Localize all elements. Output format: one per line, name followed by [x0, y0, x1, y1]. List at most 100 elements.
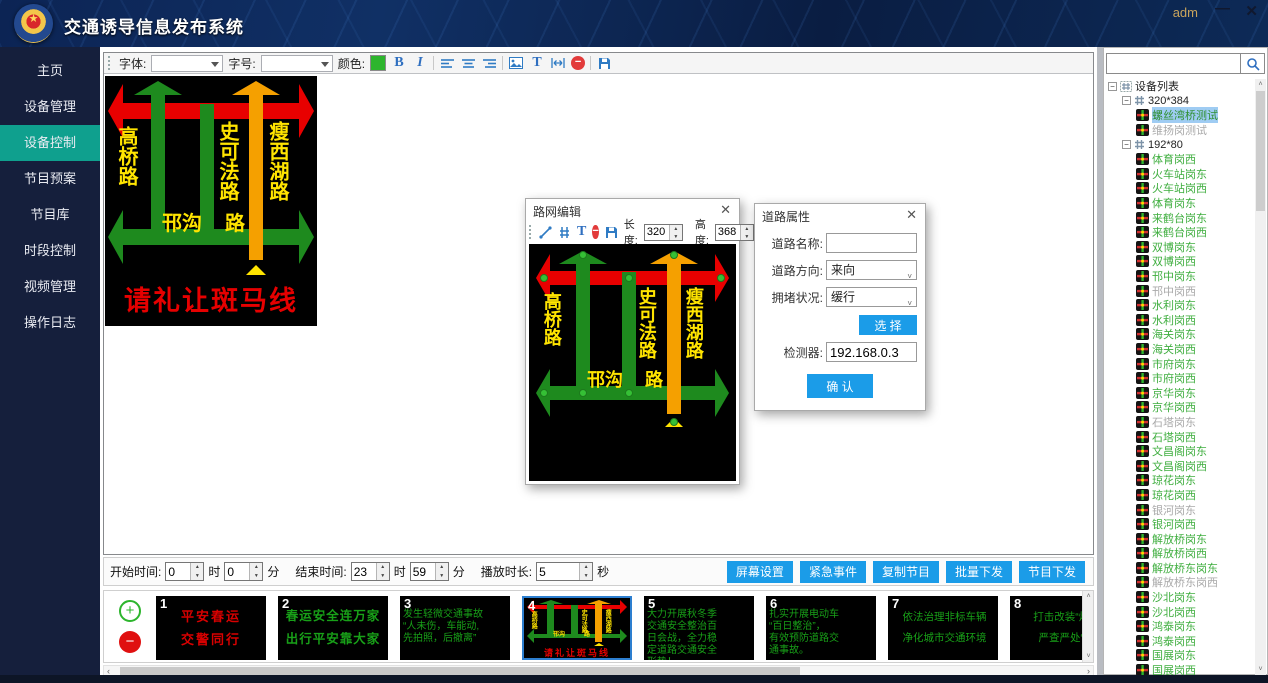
tree-device-item[interactable]: 琼花岗东 — [1106, 473, 1255, 488]
sidebar-item[interactable]: 主页 — [0, 53, 100, 89]
tree-device-item[interactable]: 沙北岗东 — [1106, 590, 1255, 605]
tree-device-item[interactable]: 解放桥岗东 — [1106, 531, 1255, 546]
tree-root[interactable]: −设备列表 — [1106, 79, 1255, 94]
tree-device-item[interactable]: 银河岗东 — [1106, 502, 1255, 517]
text-tool-icon[interactable]: T — [577, 224, 586, 240]
tree-device-item[interactable]: 国展岗西 — [1106, 663, 1255, 675]
control-point[interactable] — [540, 274, 548, 282]
tree-device-item[interactable]: 银河岗西 — [1106, 517, 1255, 532]
align-left-icon[interactable] — [439, 56, 455, 70]
tree-device-item[interactable]: 海关岗西 — [1106, 342, 1255, 357]
road-label-middle[interactable]: 史可法路 — [637, 287, 656, 359]
add-program-button[interactable]: + — [119, 600, 141, 622]
duration-input[interactable] — [537, 563, 579, 580]
batch-send-button[interactable]: 批量下发 — [946, 561, 1012, 583]
tree-device-item[interactable]: 体育岗西 — [1106, 152, 1255, 167]
tree-device-item[interactable]: 火车站岗东 — [1106, 167, 1255, 182]
stepper-arrows[interactable]: ▲▼ — [376, 563, 389, 580]
delete-icon[interactable]: − — [571, 56, 585, 70]
tree-device-item[interactable]: 来鹤台岗东 — [1106, 210, 1255, 225]
toolbar-drag-handle[interactable] — [529, 225, 531, 239]
control-point[interactable] — [579, 251, 587, 259]
save-icon[interactable] — [605, 225, 618, 239]
select-button[interactable]: 选 择 — [859, 315, 917, 335]
save-icon[interactable] — [596, 56, 612, 70]
tree-device-item[interactable]: 来鹤台岗西 — [1106, 225, 1255, 240]
start-minute-stepper[interactable]: ▲▼ — [224, 562, 263, 581]
road-label-bottom-right[interactable]: 路 — [645, 366, 663, 392]
detector-input[interactable] — [826, 342, 917, 362]
tree-device-item[interactable]: 琼花岗西 — [1106, 488, 1255, 503]
tree-device-item[interactable]: 解放桥东岗东 — [1106, 561, 1255, 576]
length-stepper[interactable]: ▲▼ — [644, 224, 683, 241]
close-icon[interactable]: ✕ — [906, 207, 917, 223]
scroll-down-icon[interactable]: ˅ — [1255, 666, 1266, 673]
thumbnail-item[interactable]: 1平安春运交警同行 — [156, 596, 266, 660]
remove-program-button[interactable]: − — [119, 631, 141, 653]
sidebar-item[interactable]: 节目预案 — [0, 161, 100, 197]
stepper-arrows[interactable]: ▲▼ — [435, 563, 448, 580]
end-minute-stepper[interactable]: ▲▼ — [410, 562, 449, 581]
tree-device-item[interactable]: 螺丝湾桥测试 — [1106, 108, 1255, 123]
start-hour-input[interactable] — [166, 563, 190, 580]
thumbnail-item[interactable]: 7依法治理非标车辆净化城市交通环境 — [888, 596, 998, 660]
toolbar-drag-handle[interactable] — [108, 56, 112, 70]
emergency-event-button[interactable]: 紧急事件 — [800, 561, 866, 583]
length-input[interactable] — [645, 225, 669, 240]
road-orange-up-arrow[interactable] — [667, 264, 681, 414]
collapse-icon[interactable]: − — [1122, 96, 1131, 105]
tree-device-item[interactable]: 沙北岗西 — [1106, 604, 1255, 619]
start-hour-stepper[interactable]: ▲▼ — [165, 562, 204, 581]
tree-group[interactable]: −320*384 — [1106, 94, 1255, 109]
device-tree-scrollbar[interactable]: ˄ ˅ — [1255, 79, 1266, 675]
color-swatch[interactable] — [370, 55, 386, 71]
height-input[interactable] — [716, 225, 740, 240]
tree-device-item[interactable]: 文昌阁岗东 — [1106, 444, 1255, 459]
sidebar-item[interactable]: 节目库 — [0, 197, 100, 233]
font-select[interactable] — [151, 55, 223, 72]
screen-settings-button[interactable]: 屏幕设置 — [727, 561, 793, 583]
thumbnail-item[interactable]: 2春运安全连万家出行平安靠大家 — [278, 596, 388, 660]
tree-device-item[interactable]: 解放桥东岗西 — [1106, 575, 1255, 590]
scrollbar-thumb[interactable] — [1256, 91, 1265, 211]
control-point[interactable] — [670, 251, 678, 259]
height-stepper[interactable]: ▲▼ — [715, 224, 754, 241]
insert-image-icon[interactable] — [508, 56, 524, 70]
tree-device-item[interactable]: 水利岗东 — [1106, 298, 1255, 313]
road-network-canvas[interactable]: 高桥路史可法路瘦西湖路邗沟路 — [529, 244, 736, 481]
tree-device-item[interactable]: 双博岗东 — [1106, 240, 1255, 255]
close-icon[interactable]: ✕ — [1245, 2, 1258, 20]
control-point[interactable] — [717, 274, 725, 282]
tree-device-item[interactable]: 石塔岗东 — [1106, 415, 1255, 430]
search-icon[interactable] — [1241, 53, 1265, 74]
road-segment-icon[interactable] — [558, 225, 571, 239]
road-label-right[interactable]: 瘦西湖路 — [684, 287, 703, 359]
tree-device-item[interactable]: 石塔岗西 — [1106, 429, 1255, 444]
bold-button[interactable]: B — [391, 55, 407, 71]
congestion-select[interactable]: 缓行 ˅ — [826, 287, 917, 307]
tree-device-item[interactable]: 国展岗东 — [1106, 648, 1255, 663]
thumbnail-item[interactable]: 3发生轻微交通事故“人未伤，车能动,先拍照，后撤离” — [400, 596, 510, 660]
scroll-down-icon[interactable]: ˅ — [1083, 653, 1094, 660]
align-center-icon[interactable] — [460, 56, 476, 70]
close-icon[interactable]: ✕ — [720, 202, 731, 218]
tree-device-item[interactable]: 体育岗东 — [1106, 196, 1255, 211]
thumbnail-vertical-scrollbar[interactable]: ˄ ˅ — [1082, 591, 1093, 662]
end-minute-input[interactable] — [411, 563, 435, 580]
control-point[interactable] — [625, 389, 633, 397]
copy-program-button[interactable]: 复制节目 — [873, 561, 939, 583]
tree-device-item[interactable]: 邗中岗西 — [1106, 283, 1255, 298]
editor-canvas[interactable]: 高桥路史可法路瘦西湖路邗沟路请礼让斑马线 路网编辑 ✕ T − — [104, 74, 1093, 554]
confirm-button[interactable]: 确 认 — [807, 374, 873, 398]
tree-device-item[interactable]: 京华岗东 — [1106, 385, 1255, 400]
sidebar-item[interactable]: 视频管理 — [0, 269, 100, 305]
sidebar-item[interactable]: 设备控制 — [0, 125, 100, 161]
draw-line-icon[interactable] — [539, 225, 552, 239]
minimize-icon[interactable]: — — [1215, 0, 1230, 17]
thumbnail-item[interactable]: 4高桥路史可法路瘦西湖路邗沟路请礼让斑马线 — [522, 596, 632, 660]
road-name-input[interactable] — [826, 233, 917, 253]
align-right-icon[interactable] — [481, 56, 497, 70]
stepper-arrows[interactable]: ▲▼ — [249, 563, 262, 580]
tree-device-item[interactable]: 京华岗西 — [1106, 400, 1255, 415]
insert-text-icon[interactable]: T — [529, 55, 545, 71]
